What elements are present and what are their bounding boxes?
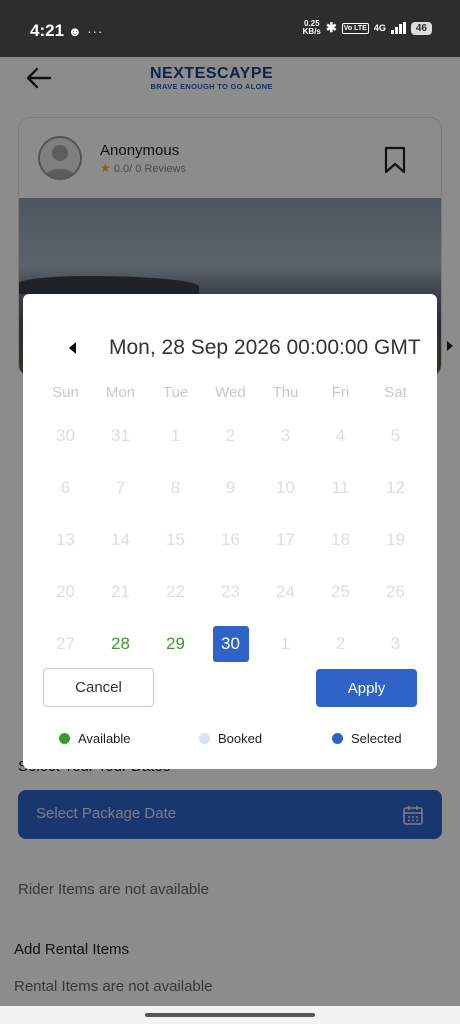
calendar-day-disabled: 22	[166, 582, 185, 601]
calendar-day-disabled: 10	[276, 478, 295, 497]
calendar-day-disabled: 7	[115, 478, 126, 497]
weekday-label: Sun	[52, 384, 79, 401]
calendar-day-disabled: 3	[280, 426, 291, 445]
weekday-label: Wed	[215, 384, 246, 401]
calendar-day-disabled: 1	[170, 426, 181, 445]
calendar-day-disabled: 17	[276, 530, 295, 549]
legend-selected: Selected	[332, 731, 402, 746]
apply-button[interactable]: Apply	[316, 669, 417, 707]
calendar-day-disabled: 3	[390, 634, 401, 653]
selected-day-label: 30	[212, 626, 249, 662]
calendar-day-available[interactable]: 28	[93, 626, 148, 662]
weekday-label: Fri	[331, 384, 350, 401]
calendar-day-disabled: 30	[56, 426, 75, 445]
calendar-day-disabled: 26	[386, 582, 405, 601]
calendar-day-disabled: 4	[335, 426, 346, 445]
calendar-day-disabled: 11	[331, 478, 350, 497]
date-picker-header: Mon, 28 Sep 2026 00:00:00 GMT	[109, 336, 421, 359]
volte-badge: Vo LTE	[341, 22, 369, 34]
calendar-week-row: 13 14 15 16 17 18 19	[38, 522, 423, 574]
booked-dot-icon	[199, 733, 210, 744]
cancel-button[interactable]: Cancel	[43, 668, 154, 707]
calendar-day-disabled: 15	[166, 530, 185, 549]
battery-icon: 46	[410, 21, 432, 35]
calendar-day-disabled: 1	[280, 634, 291, 653]
legend-available-label: Available	[78, 731, 131, 746]
net-speed-unit: KB/s	[302, 27, 321, 36]
calendar-day-disabled: 13	[56, 530, 75, 549]
net-speed: 0.25 KB/s	[303, 20, 321, 36]
weekday-header: Sun Mon Tue Wed Thu Fri Sat	[38, 384, 423, 401]
calendar-day-disabled: 21	[111, 582, 130, 601]
calendar-day-disabled: 19	[386, 530, 405, 549]
signal-icon	[390, 22, 406, 34]
calendar-day-disabled: 18	[331, 530, 350, 549]
carousel-next-icon	[447, 341, 453, 351]
legend-available: Available	[59, 731, 131, 746]
calendar-grid: 30 31 1 2 3 4 5 6 7 8 9 10 11 12 13 14 15 16 17 18 19 20 21 22 2…	[38, 418, 423, 678]
navigation-bar	[0, 1006, 460, 1024]
calendar-day-disabled: 12	[386, 478, 405, 497]
calendar-day-disabled: 25	[331, 582, 350, 601]
calendar-day-disabled: 20	[56, 582, 75, 601]
calendar-day-disabled: 16	[221, 530, 240, 549]
calendar-day-disabled: 6	[60, 478, 71, 497]
legend-booked-label: Booked	[218, 731, 263, 746]
calendar-week-row: 30 31 1 2 3 4 5	[38, 418, 423, 470]
prev-month-icon[interactable]	[69, 342, 76, 354]
calendar-day-disabled: 31	[111, 426, 130, 445]
calendar-day-disabled: 14	[111, 530, 130, 549]
notification-icons: ☻ ···	[68, 24, 104, 39]
weekday-label: Sat	[384, 384, 407, 401]
status-right-icons: 0.25 KB/s ✱ Vo LTE 4G 46	[303, 20, 432, 36]
calendar-day-disabled: 27	[56, 634, 75, 653]
legend-booked: Booked	[199, 731, 262, 746]
calendar-day-available[interactable]: 29	[148, 626, 203, 662]
calendar-day-disabled: 2	[225, 426, 236, 445]
status-time: 4:21	[30, 21, 65, 40]
calendar-day-disabled: 2	[335, 634, 346, 653]
calendar-day-disabled: 8	[170, 478, 181, 497]
calendar-day-disabled: 5	[390, 426, 401, 445]
weekday-label: Mon	[105, 384, 136, 401]
weekday-label: Thu	[272, 384, 299, 401]
network-type: 4G	[373, 23, 386, 33]
calendar-day-disabled: 24	[276, 582, 295, 601]
weekday-label: Tue	[162, 384, 189, 401]
calendar-day-disabled: 23	[221, 582, 240, 601]
legend-selected-label: Selected	[351, 731, 402, 746]
available-dot-icon	[59, 733, 70, 744]
calendar-week-row: 20 21 22 23 24 25 26	[38, 574, 423, 626]
calendar-day-disabled: 9	[225, 478, 236, 497]
selected-dot-icon	[332, 733, 343, 744]
bluetooth-icon: ✱	[325, 20, 337, 35]
calendar-day-selected[interactable]: 30	[203, 626, 258, 662]
status-bar: 4:21 ☻ ··· 0.25 KB/s ✱ Vo LTE 4G 46	[0, 0, 460, 57]
date-picker-dialog: Mon, 28 Sep 2026 00:00:00 GMT Sun Mon Tu…	[23, 294, 437, 769]
calendar-week-row: 6 7 8 9 10 11 12	[38, 470, 423, 522]
home-gesture-bar[interactable]	[145, 1013, 315, 1017]
